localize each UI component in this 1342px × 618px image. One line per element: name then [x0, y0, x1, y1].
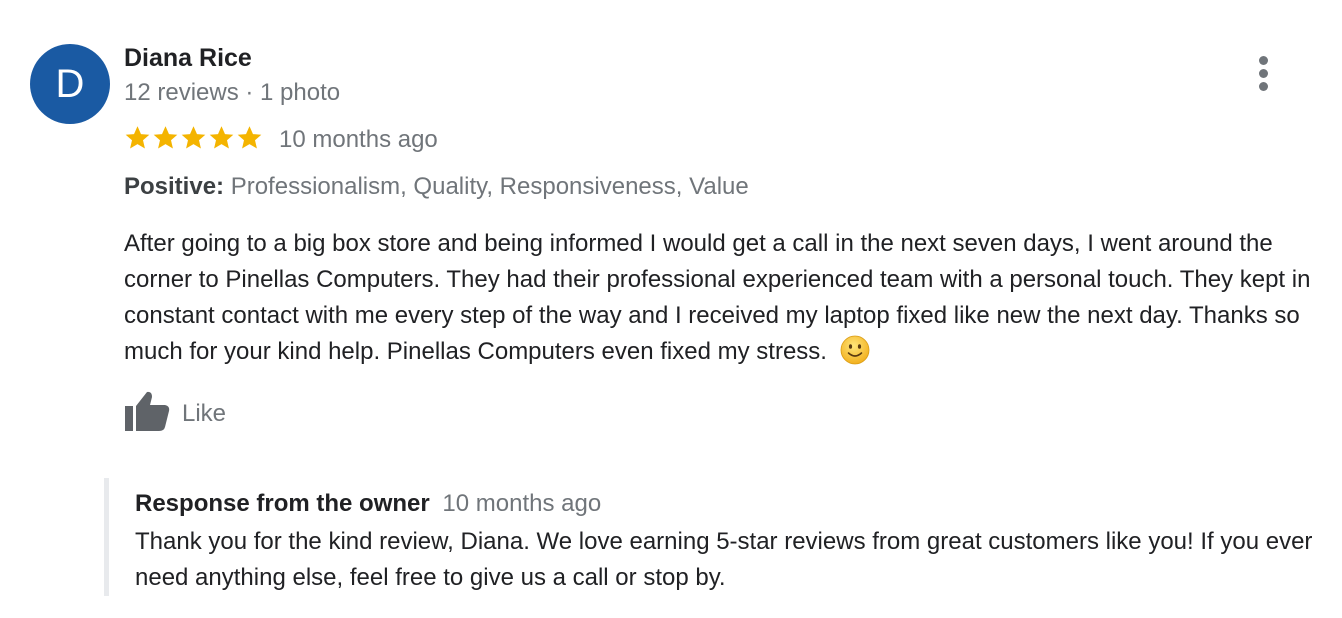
- positive-values: Professionalism, Quality, Responsiveness…: [230, 173, 749, 200]
- owner-response-date: 10 months ago: [442, 490, 602, 517]
- star-icon: [125, 126, 150, 149]
- like-button[interactable]: Like: [124, 390, 226, 432]
- reviewer-meta: 12 reviews · 1 photo: [124, 79, 341, 106]
- reviewer-name[interactable]: Diana Rice: [124, 44, 252, 73]
- review-body: After going to a big box store and being…: [124, 226, 1334, 370]
- like-label: Like: [182, 400, 227, 427]
- review-text: After going to a big box store and being…: [124, 230, 1311, 365]
- more-vertical-icon: [1259, 56, 1268, 65]
- positive-attributes: Positive: Professionalism, Quality, Resp…: [124, 173, 749, 201]
- slightly-smiling-face-icon: [840, 335, 870, 365]
- thumbs-up-icon: [125, 391, 170, 431]
- owner-response-text: Thank you for the kind review, Diana. We…: [135, 528, 1313, 591]
- star-icon: [153, 126, 178, 149]
- owner-response-title: Response from the owner: [135, 490, 430, 517]
- avatar[interactable]: D: [30, 44, 110, 124]
- star-icon: [181, 126, 206, 149]
- more-options-button[interactable]: [1254, 56, 1274, 92]
- avatar-initial: D: [55, 61, 85, 106]
- star-icon: [209, 126, 234, 149]
- positive-label: Positive:: [124, 173, 225, 200]
- star-rating: [124, 124, 263, 152]
- owner-response-header: Response from the owner 10 months ago: [135, 490, 601, 518]
- owner-response: Response from the owner 10 months ago Th…: [104, 478, 1312, 596]
- review-date: 10 months ago: [279, 126, 438, 153]
- star-icon: [237, 126, 262, 149]
